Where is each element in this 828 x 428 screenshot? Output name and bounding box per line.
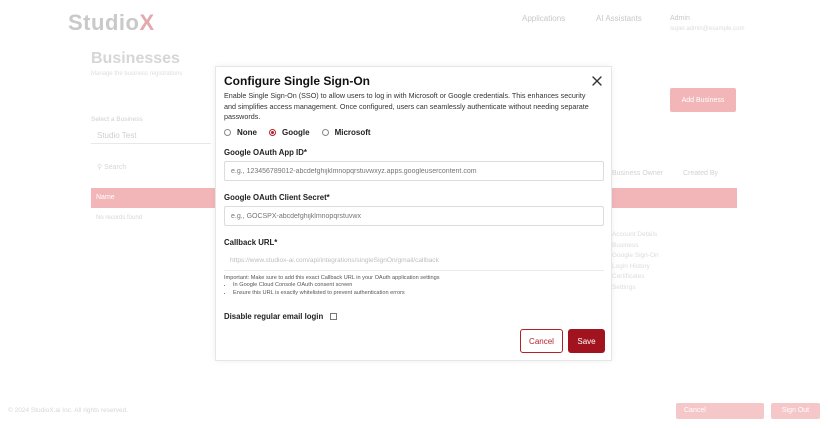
client-secret-input[interactable] bbox=[224, 206, 604, 226]
note-item: In Google Cloud Console OAuth consent sc… bbox=[233, 282, 440, 289]
column-name: Name bbox=[96, 194, 115, 201]
radio-microsoft-label: Microsoft bbox=[334, 128, 371, 137]
radio-none[interactable]: None bbox=[224, 128, 257, 137]
cancel-button[interactable]: Cancel bbox=[520, 329, 563, 353]
close-icon[interactable] bbox=[591, 74, 603, 86]
nav-ai-assistants[interactable]: AI Assistants bbox=[596, 14, 642, 23]
nav-applications[interactable]: Applications bbox=[522, 14, 565, 23]
footer-cancel-button[interactable]: Cancel bbox=[676, 403, 764, 419]
radio-microsoft[interactable]: Microsoft bbox=[321, 128, 371, 137]
studiox-logo: StudioX bbox=[68, 10, 155, 35]
account-name: Admin bbox=[670, 15, 690, 22]
client-secret-label: Google OAuth Client Secret* bbox=[224, 193, 330, 202]
disable-email-login-label: Disable regular email login bbox=[224, 312, 324, 321]
search-icon: ⚲ bbox=[97, 164, 103, 171]
radio-none-label: None bbox=[237, 128, 257, 137]
search-input[interactable]: ⚲ Search bbox=[91, 160, 211, 176]
disable-email-login: Disable regular email login bbox=[224, 312, 338, 321]
settings-list: Account Details Business Google Sign-On … bbox=[612, 230, 659, 293]
list-item[interactable]: Account Details bbox=[612, 230, 659, 241]
radio-google-indicator bbox=[269, 129, 276, 136]
callback-url-label: Callback URL* bbox=[224, 238, 278, 247]
filter-created-by[interactable]: Created By bbox=[683, 170, 718, 177]
sign-out-button[interactable]: Sign Out bbox=[771, 403, 820, 419]
app-id-input[interactable] bbox=[224, 161, 604, 181]
empty-state: No records found bbox=[96, 215, 143, 221]
filter-business-owner[interactable]: Business Owner bbox=[612, 170, 663, 177]
callback-note: Important: Make sure to add this exact C… bbox=[224, 275, 440, 297]
list-item[interactable]: Login History bbox=[612, 262, 659, 273]
radio-google[interactable]: Google bbox=[269, 128, 310, 137]
list-item[interactable]: Business bbox=[612, 241, 659, 252]
app-id-label: Google OAuth App ID* bbox=[224, 148, 307, 157]
footer-copyright: © 2024 StudioX.ai Inc. All rights reserv… bbox=[8, 407, 129, 414]
modal-title: Configure Single Sign-On bbox=[224, 74, 370, 88]
note-item: Ensure this URL is exactly whitelisted t… bbox=[233, 290, 440, 297]
provider-radio-group: None Google Microsoft bbox=[224, 128, 383, 137]
select-business-label: Select a Business bbox=[91, 116, 143, 123]
radio-google-label: Google bbox=[282, 128, 310, 137]
disable-email-login-checkbox[interactable] bbox=[330, 313, 338, 320]
list-item[interactable]: Google Sign-On bbox=[612, 251, 659, 262]
list-item[interactable]: Settings bbox=[612, 283, 659, 294]
sso-modal: Configure Single Sign-On Enable Single S… bbox=[215, 66, 612, 361]
radio-none-indicator bbox=[224, 129, 231, 136]
list-item[interactable]: Certificates bbox=[612, 272, 659, 283]
modal-description: Enable Single Sign-On (SSO) to allow use… bbox=[224, 91, 589, 121]
page-subtitle: Manage the business registrations bbox=[91, 71, 183, 77]
page-title: Businesses bbox=[91, 50, 180, 67]
radio-microsoft-indicator bbox=[321, 129, 329, 136]
callback-url-field[interactable]: https://www.studiox-ai.com/api/integrati… bbox=[224, 253, 604, 271]
add-business-button[interactable]: Add Business bbox=[670, 88, 736, 112]
save-button[interactable]: Save bbox=[568, 329, 605, 353]
note-intro: Important: Make sure to add this exact C… bbox=[224, 275, 440, 281]
account-menu[interactable]: Admin super.admin@example.com bbox=[670, 14, 744, 34]
account-email: super.admin@example.com bbox=[670, 26, 745, 32]
business-select[interactable]: Studio Test bbox=[91, 128, 211, 144]
